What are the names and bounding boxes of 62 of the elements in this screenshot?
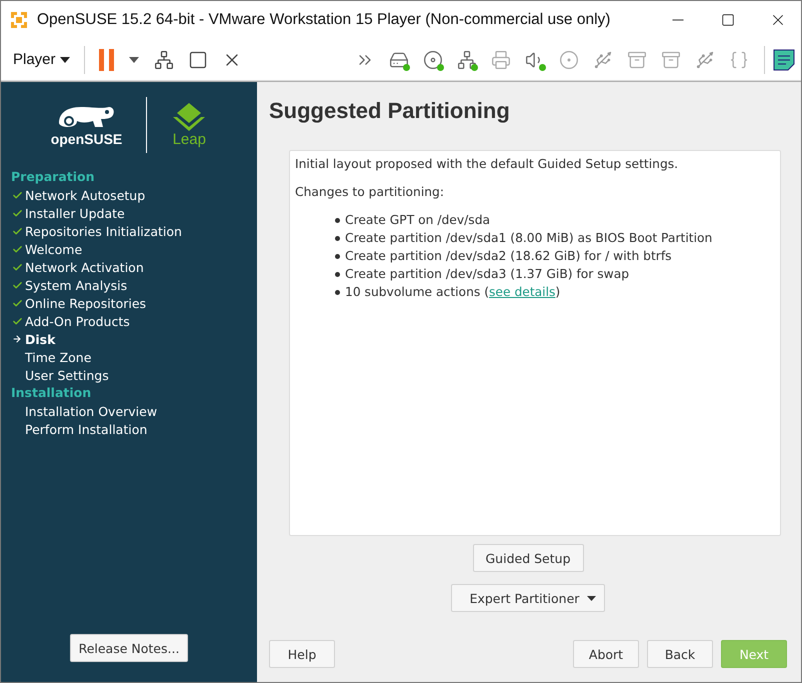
bullet-icon [335,272,340,276]
player-menu[interactable]: Player [7,47,76,72]
change-item: Create GPT on /dev/sda [345,213,490,227]
check-icon [12,298,23,308]
step-label: System Analysis [25,278,128,292]
caret-icon [60,56,70,62]
step-label: Disk [25,332,56,346]
check-icon [12,244,23,254]
dialog-button[interactable]: Abort [573,640,639,668]
network-icon[interactable] [154,50,174,70]
step-label: Add-On Products [25,314,130,328]
release-notes-button[interactable]: Release Notes... [70,634,188,662]
changes-heading: Changes to partitioning: [295,185,445,199]
arrow-icon [12,334,22,344]
change-item: 10 subvolume actions (see details) [345,285,560,299]
disc-icon[interactable] [423,50,443,70]
square-icon[interactable] [188,50,208,70]
step-label: Online Repositories [25,296,146,310]
change-item: Create partition /dev/sda3 (1.37 GiB) for swap [345,267,630,281]
check-icon [12,190,23,200]
section-title: Preparation [10,168,96,186]
usb-icon[interactable] [593,50,613,70]
check-icon [12,208,23,218]
step-label: Installer Update [25,206,125,220]
check-icon [12,280,23,290]
check-icon [12,226,23,236]
pause-icon[interactable] [98,48,115,70]
guided-setup-button[interactable]: Guided Setup [472,544,584,572]
change-item: Create partition /dev/sda2 (18.62 GiB) for / with btrfs [345,249,672,263]
step-label: Time Zone [25,350,92,364]
check-icon [12,262,23,272]
usb-icon[interactable] [695,50,715,70]
brand-name: openSUSE [50,131,122,147]
step-label: Repositories Initialization [25,224,182,238]
expert-partitioner-button[interactable]: Expert Partitioner [450,584,606,612]
bullet-icon [335,236,340,240]
intro-text: Initial layout proposed with the default Guided Setup settings. [295,157,680,171]
dialog-button[interactable]: Back [647,640,713,668]
page-title: Suggested Partitioning [269,98,511,124]
bullet-icon [335,254,340,258]
step-label: Installation Overview [25,404,158,418]
vmware-logo-icon [9,10,29,30]
leap-logo-icon [171,102,208,130]
bullet-icon [335,218,340,222]
step-label: Perform Installation [25,422,148,436]
network-icon[interactable] [457,50,477,70]
bullet-icon [335,290,340,294]
caret-icon [587,596,596,600]
caret-icon[interactable] [128,56,139,62]
product-name: Leap [172,130,206,148]
step-label: User Settings [25,368,109,382]
dialog-button[interactable]: Help [269,640,335,668]
maximize-icon[interactable] [721,13,735,27]
step-label: Network Autosetup [25,188,146,202]
hard-drive-icon[interactable] [389,50,409,70]
step-label: Welcome [25,242,82,256]
step-label: Network Activation [25,260,144,274]
change-item: Create partition /dev/sda1 (8.00 MiB) as BIOS Boot Partition [345,231,712,245]
note-icon[interactable] [773,48,795,70]
window-title: OpenSUSE 15.2 64-bit - VMware Workstation 15 Player (Non-commercial use only) [37,11,612,29]
section-title: Installation [10,384,92,402]
check-icon [12,316,23,326]
